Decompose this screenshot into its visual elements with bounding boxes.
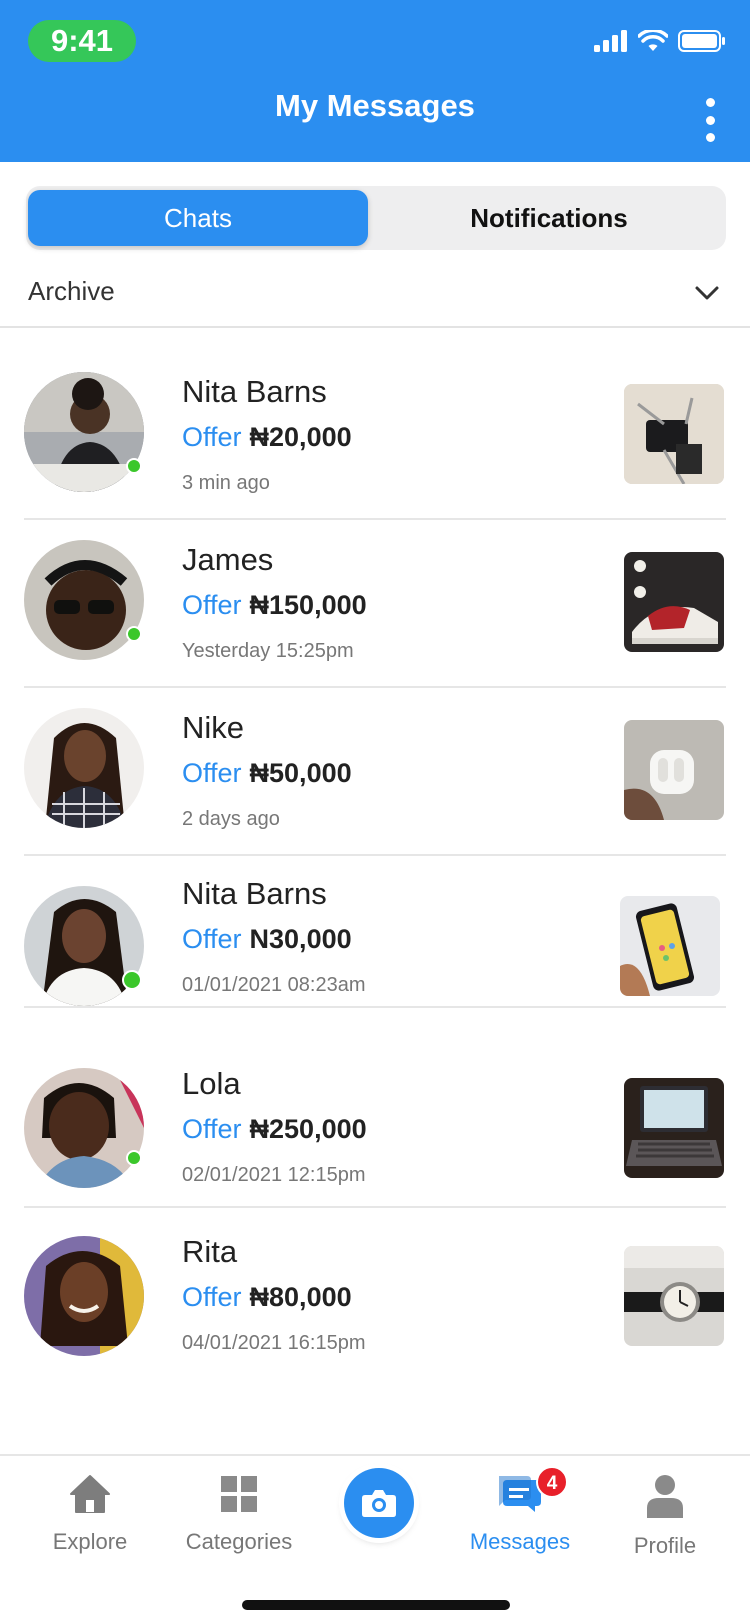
offer-amount: ₦250,000 [249, 1114, 367, 1144]
person-photo [24, 540, 144, 660]
bag-photo [624, 384, 724, 484]
chat-time: 01/01/2021 08:23am [182, 974, 366, 996]
chat-row[interactable]: James Offer ₦150,000 Yesterday 15:25pm [0, 540, 750, 688]
nav-explore[interactable]: Explore [50, 1474, 130, 1555]
more-options-button[interactable] [700, 98, 720, 142]
nav-categories-label: Categories [185, 1529, 293, 1554]
archive-label: Archive [28, 276, 115, 306]
more-dot-icon [705, 133, 715, 142]
bottom-nav: Explore Categories Messages 4 Profile [0, 1454, 750, 1624]
person-photo [24, 1236, 144, 1356]
wifi-icon [638, 30, 668, 51]
offer-amount: ₦20,000 [249, 422, 352, 452]
nav-profile[interactable]: Profile [620, 1474, 710, 1559]
divider [24, 854, 726, 856]
chat-name: Lola [182, 1066, 241, 1101]
online-indicator [126, 458, 142, 474]
phone-photo [620, 896, 720, 996]
chevron-down-icon [695, 286, 719, 300]
offer-amount: ₦150,000 [249, 590, 367, 620]
offer-line: Offer N30,000 [182, 924, 352, 955]
offer-amount: ₦50,000 [249, 758, 352, 788]
chat-name: Nita Barns [182, 876, 327, 911]
chat-time: 2 days ago [182, 808, 280, 830]
avatar [24, 1068, 144, 1188]
person-photo [24, 708, 144, 828]
offer-line: Offer ₦250,000 [182, 1114, 367, 1145]
offer-label: Offer [182, 1114, 242, 1144]
chat-row[interactable]: Rita Offer ₦80,000 04/01/2021 16:15pm [0, 1232, 750, 1380]
chat-row[interactable]: Nita Barns Offer ₦20,000 3 min ago [0, 372, 750, 520]
offer-label: Offer [182, 924, 242, 954]
chat-time: 04/01/2021 16:15pm [182, 1332, 366, 1354]
messages-badge: 4 [536, 1466, 568, 1498]
app-header: 9:41 My Messages [0, 0, 750, 162]
divider [24, 686, 726, 688]
chat-time: 02/01/2021 12:15pm [182, 1164, 366, 1186]
person-photo [24, 1068, 144, 1188]
battery-icon [678, 30, 725, 52]
offer-line: Offer ₦80,000 [182, 1282, 352, 1313]
product-thumbnail[interactable] [624, 1078, 724, 1178]
home-icon [70, 1475, 110, 1513]
nav-explore-label: Explore [52, 1529, 128, 1554]
offer-label: Offer [182, 590, 242, 620]
nav-categories[interactable]: Categories [176, 1474, 302, 1555]
avatar [24, 540, 144, 660]
avatar [24, 372, 144, 492]
earbuds-photo [624, 720, 724, 820]
user-icon [647, 1475, 683, 1518]
status-time: 9:41 [28, 20, 136, 62]
divider [24, 518, 726, 520]
chat-row[interactable]: Nita Barns Offer N30,000 01/01/2021 08:23… [0, 876, 750, 1044]
sneaker-photo [624, 552, 724, 652]
nav-profile-label: Profile [633, 1533, 697, 1558]
archive-dropdown[interactable]: Archive [0, 262, 750, 328]
divider [24, 1006, 726, 1008]
home-indicator [242, 1600, 510, 1610]
tab-notifications[interactable]: Notifications [376, 190, 722, 246]
offer-label: Offer [182, 758, 242, 788]
chat-time: 3 min ago [182, 472, 270, 494]
person-photo [24, 372, 144, 492]
chat-time: Yesterday 15:25pm [182, 640, 354, 662]
online-indicator [122, 970, 142, 990]
watch-photo [624, 1246, 724, 1346]
tab-switcher: Chats Notifications [26, 186, 726, 250]
chat-name: Nita Barns [182, 374, 327, 409]
offer-label: Offer [182, 422, 242, 452]
online-indicator [126, 1150, 142, 1166]
offer-amount: N30,000 [249, 924, 352, 954]
chat-name: Nike [182, 710, 245, 745]
online-indicator [126, 626, 142, 642]
nav-messages-label: Messages [469, 1529, 571, 1554]
chat-row[interactable]: Nike Offer ₦50,000 2 days ago [0, 708, 750, 856]
grid-icon [221, 1476, 257, 1512]
more-dot-icon [705, 115, 715, 125]
laptop-photo [624, 1078, 724, 1178]
status-icons [594, 26, 726, 56]
tab-chats[interactable]: Chats [28, 190, 368, 246]
offer-amount: ₦80,000 [249, 1282, 352, 1312]
offer-line: Offer ₦150,000 [182, 590, 367, 621]
chat-row[interactable]: Lola Offer ₦250,000 02/01/2021 12:15pm [0, 1064, 750, 1212]
product-thumbnail[interactable] [624, 552, 724, 652]
product-thumbnail[interactable] [624, 1246, 724, 1346]
camera-button[interactable] [344, 1468, 414, 1538]
signal-icon [594, 30, 627, 52]
offer-line: Offer ₦20,000 [182, 422, 352, 453]
camera-icon [362, 1490, 396, 1517]
chat-name: Rita [182, 1234, 238, 1269]
chat-name: James [182, 542, 274, 577]
avatar [24, 708, 144, 828]
product-thumbnail[interactable] [620, 896, 720, 996]
product-thumbnail[interactable] [624, 384, 724, 484]
page-title: My Messages [275, 88, 475, 123]
avatar [24, 1236, 144, 1356]
product-thumbnail[interactable] [624, 720, 724, 820]
divider [24, 1206, 726, 1208]
more-dot-icon [705, 98, 715, 107]
offer-line: Offer ₦50,000 [182, 758, 352, 789]
offer-label: Offer [182, 1282, 242, 1312]
